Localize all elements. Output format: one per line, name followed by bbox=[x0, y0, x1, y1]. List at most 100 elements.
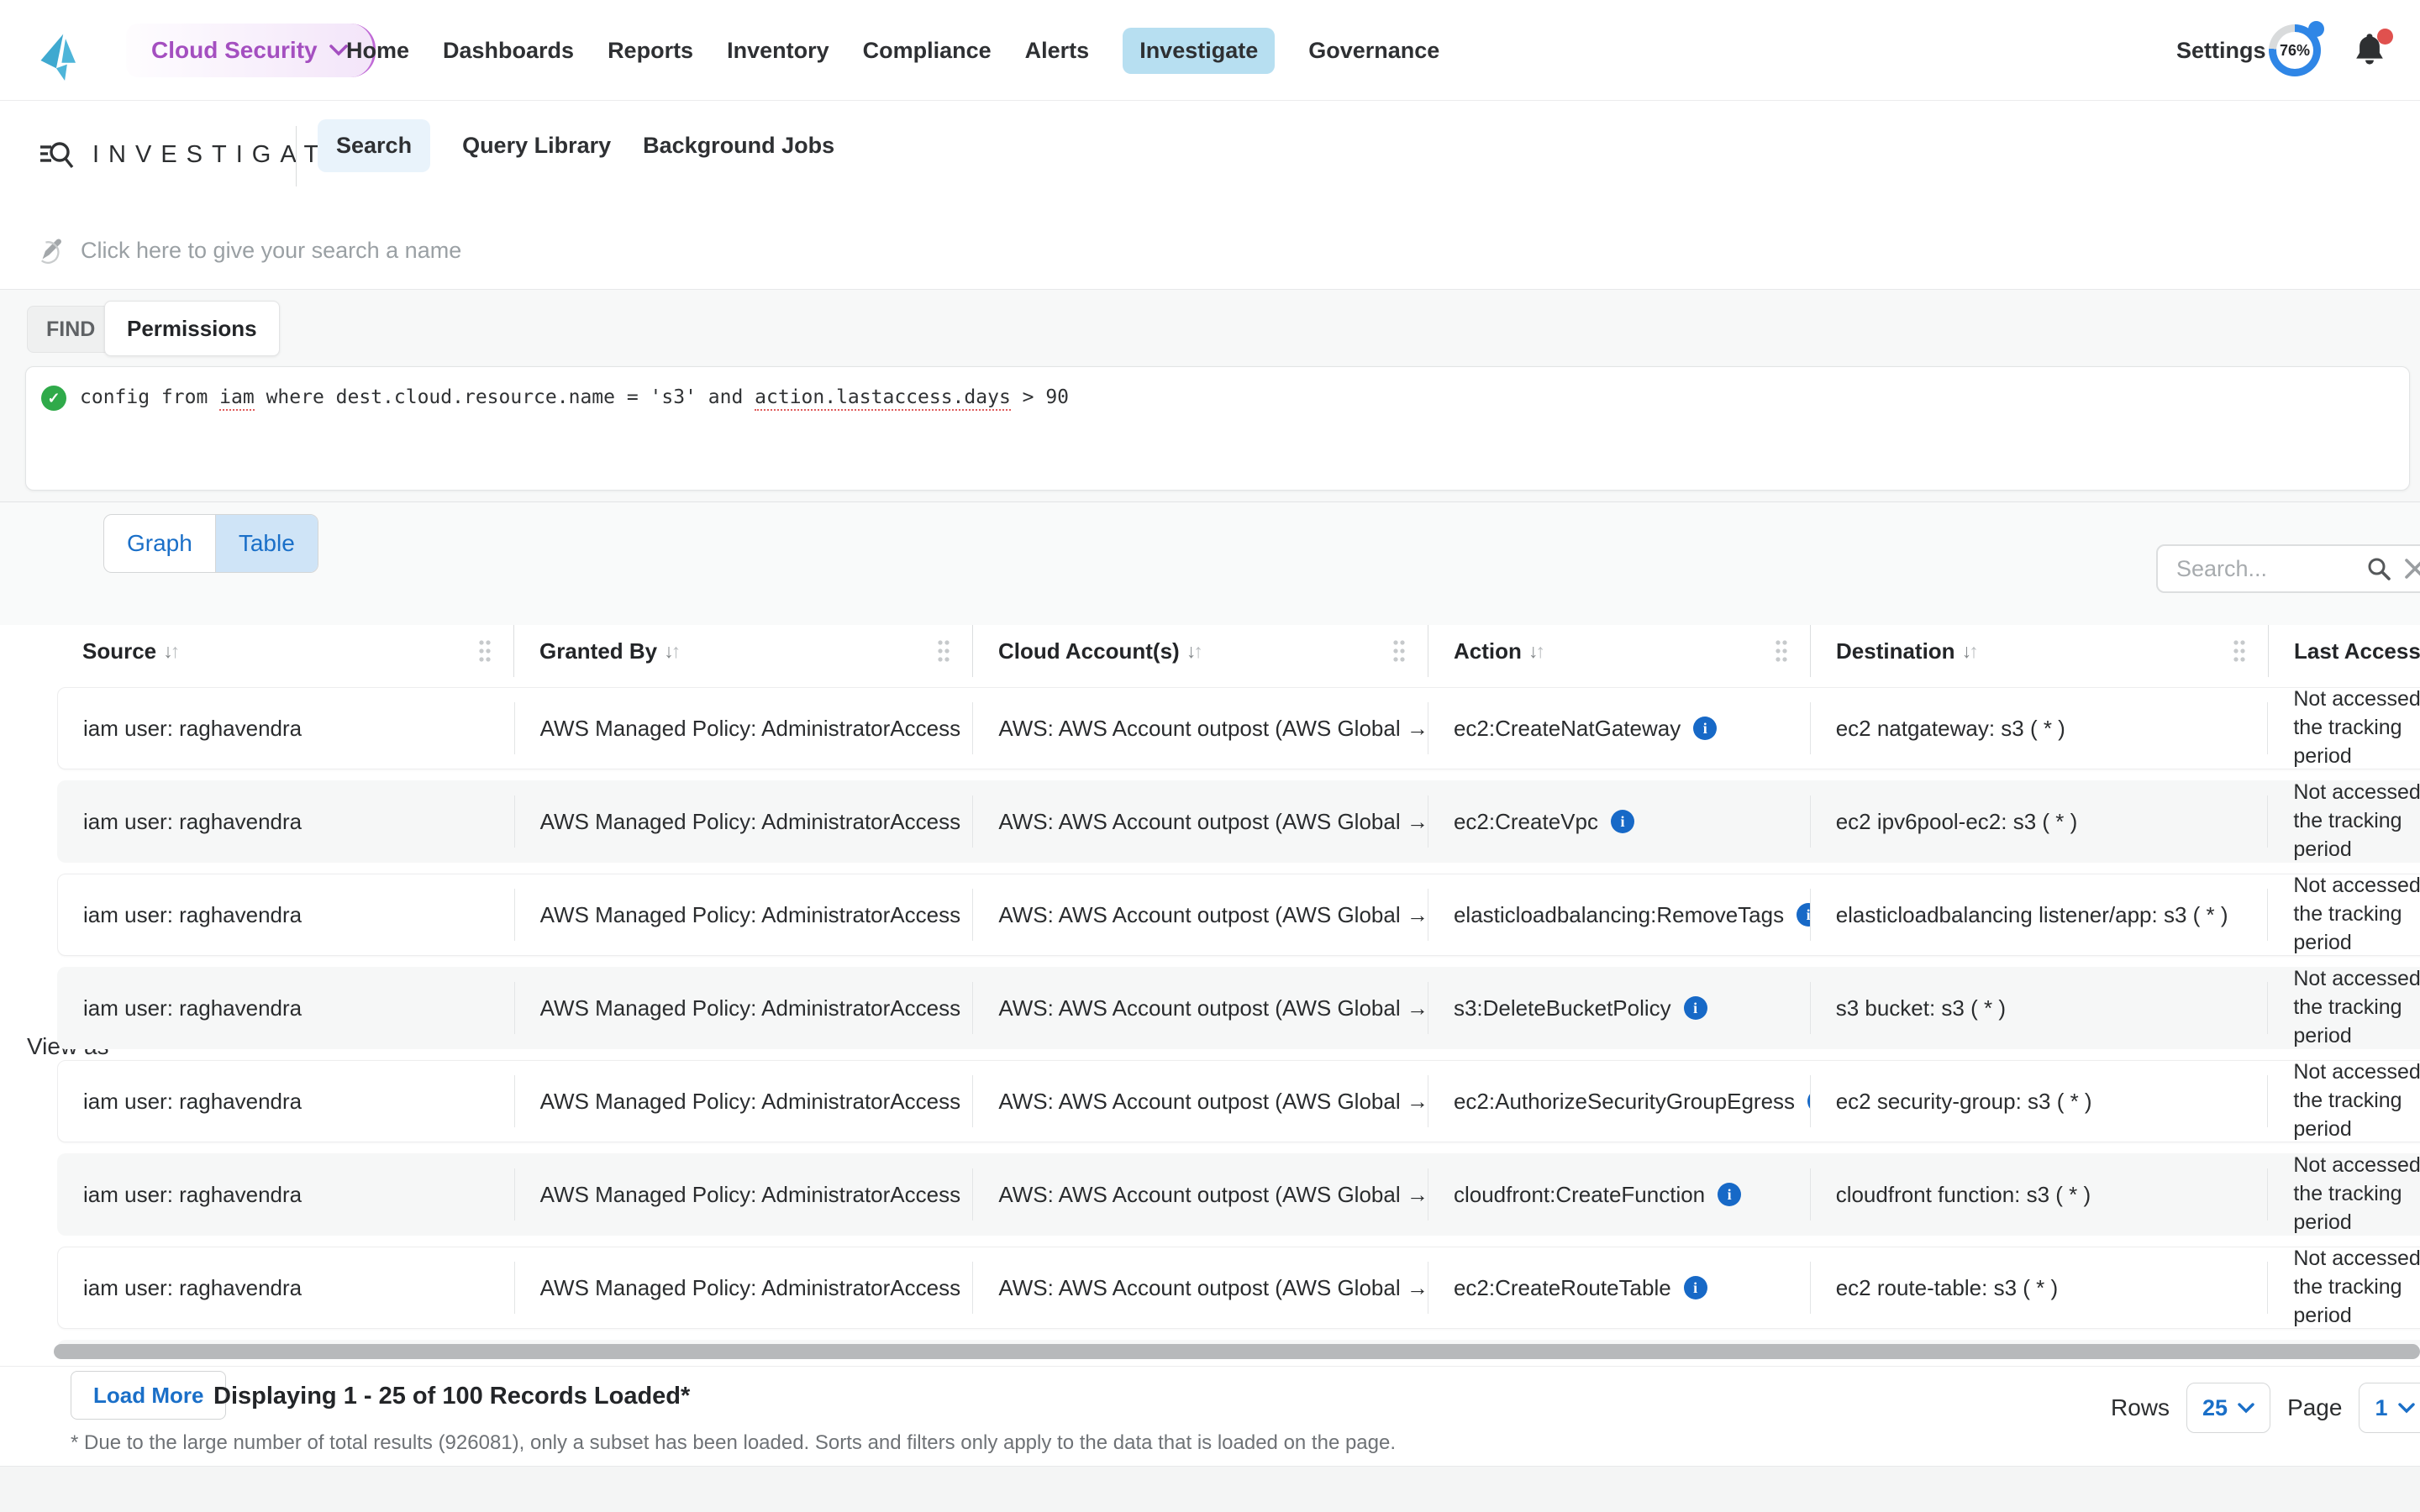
top-nav: Cloud Security Home Dashboards Reports Inve… bbox=[0, 0, 2420, 101]
page-dropdown[interactable]: 1 bbox=[2359, 1383, 2420, 1433]
cell-last-access: Not accessed in the tracking period bbox=[2293, 688, 2420, 769]
column-header-granted-by[interactable]: Granted By ↓↑ bbox=[514, 625, 973, 677]
info-icon[interactable]: i bbox=[1684, 996, 1707, 1020]
cell-granted-by: AWS Managed Policy: AdministratorAccess bbox=[540, 1089, 960, 1115]
usage-progress-ring[interactable]: 76% bbox=[2269, 24, 2321, 76]
results-footnote: * Due to the large number of total resul… bbox=[71, 1431, 1396, 1455]
column-header-destination[interactable]: Destination ↓↑ bbox=[1811, 625, 2269, 677]
tab-query-library[interactable]: Query Library bbox=[462, 119, 611, 172]
nav-item-dashboards[interactable]: Dashboards bbox=[443, 28, 574, 74]
nav-item-alerts[interactable]: Alerts bbox=[1025, 28, 1090, 74]
sort-icon[interactable]: ↓↑ bbox=[163, 642, 180, 661]
info-icon[interactable]: i bbox=[1684, 1276, 1707, 1299]
bottom-strip bbox=[0, 1466, 2420, 1512]
search-name-input[interactable] bbox=[81, 238, 1257, 264]
cell-source: iam user: raghavendra bbox=[83, 716, 302, 742]
view-toggle-graph[interactable]: Graph bbox=[104, 515, 216, 572]
sort-icon[interactable]: ↓↑ bbox=[1528, 642, 1545, 661]
cell-source: iam user: raghavendra bbox=[83, 1182, 302, 1208]
cell-cloud-accounts: AWS: AWS Account outpost (AWS Global → A… bbox=[998, 1182, 1428, 1208]
info-icon[interactable]: i bbox=[1693, 717, 1717, 740]
cell-granted-by: AWS Managed Policy: AdministratorAccess bbox=[540, 1182, 960, 1208]
settings-button[interactable]: Settings bbox=[2176, 0, 2266, 101]
drag-handle-icon[interactable] bbox=[1775, 638, 1788, 664]
drag-handle-icon[interactable] bbox=[937, 638, 950, 664]
edit-pencil-icon bbox=[37, 236, 66, 265]
horizontal-scrollbar bbox=[54, 1344, 2420, 1359]
table-row[interactable]: iam user: raghavendra AWS Managed Policy… bbox=[57, 1153, 2420, 1236]
usage-badge-dot bbox=[2308, 21, 2324, 37]
cell-granted-by: AWS Managed Policy: AdministratorAccess bbox=[540, 716, 960, 742]
cell-source: iam user: raghavendra bbox=[83, 1089, 302, 1115]
page-value: 1 bbox=[2375, 1395, 2387, 1421]
tab-find[interactable]: FIND bbox=[27, 306, 114, 353]
query-text[interactable]: config from iam where dest.cloud.resourc… bbox=[80, 386, 1069, 408]
rows-per-page-dropdown[interactable]: 25 bbox=[2186, 1383, 2270, 1433]
sort-icon[interactable]: ↓↑ bbox=[1186, 642, 1203, 661]
nav-item-reports[interactable]: Reports bbox=[608, 28, 693, 74]
table-row[interactable]: iam user: raghavendra AWS Managed Policy… bbox=[57, 1060, 2420, 1142]
column-header-cloud-account-s-[interactable]: Cloud Account(s) ↓↑ bbox=[973, 625, 1428, 677]
cell-action: cloudfront:CreateFunction bbox=[1454, 1182, 1705, 1208]
info-icon[interactable]: i bbox=[1797, 903, 1811, 927]
table-row[interactable]: iam user: raghavendra AWS Managed Policy… bbox=[57, 687, 2420, 769]
cell-last-access: Not accessed in the tracking period bbox=[2293, 968, 2420, 1048]
chevron-down-icon bbox=[2398, 1403, 2415, 1414]
results-search-box bbox=[2156, 544, 2420, 593]
cell-last-access: Not accessed in the tracking period bbox=[2293, 1154, 2420, 1235]
cell-destination: s3 bucket: s3 ( * ) bbox=[1836, 995, 2006, 1021]
chevron-down-icon bbox=[329, 45, 348, 56]
query-valid-check-icon: ✓ bbox=[41, 386, 66, 411]
tab-background-jobs[interactable]: Background Jobs bbox=[643, 119, 834, 172]
nav-item-inventory[interactable]: Inventory bbox=[727, 28, 829, 74]
sort-icon[interactable]: ↓↑ bbox=[1962, 642, 1979, 661]
cell-granted-by: AWS Managed Policy: AdministratorAccess bbox=[540, 809, 960, 835]
cell-destination: ec2 ipv6pool-ec2: s3 ( * ) bbox=[1836, 809, 2078, 835]
table-row[interactable]: iam user: raghavendra AWS Managed Policy… bbox=[57, 780, 2420, 863]
records-summary: Displaying 1 - 25 of 100 Records Loaded* bbox=[213, 1383, 690, 1410]
column-header-last-access[interactable]: Last Access ↓↑ bbox=[2269, 625, 2420, 677]
drag-handle-icon[interactable] bbox=[1392, 638, 1406, 664]
view-bar: View as Graph Table bbox=[0, 502, 2420, 625]
nav-item-governance[interactable]: Governance bbox=[1308, 28, 1439, 74]
column-header-action[interactable]: Action ↓↑ bbox=[1428, 625, 1811, 677]
usage-percent: 76% bbox=[2280, 42, 2310, 60]
load-more-button[interactable]: Load More bbox=[71, 1371, 226, 1420]
search-name-row bbox=[0, 212, 2420, 290]
cell-destination: cloudfront function: s3 ( * ) bbox=[1836, 1182, 2091, 1208]
cell-cloud-accounts: AWS: AWS Account outpost (AWS Global → A… bbox=[998, 1275, 1428, 1301]
sort-icon[interactable]: ↓↑ bbox=[664, 642, 681, 661]
cell-granted-by: AWS Managed Policy: AdministratorAccess bbox=[540, 902, 960, 928]
info-icon[interactable]: i bbox=[1718, 1183, 1741, 1206]
product-switcher[interactable]: Cloud Security bbox=[126, 24, 376, 77]
view-toggle-table[interactable]: Table bbox=[216, 515, 318, 572]
table-row[interactable]: iam user: raghavendra AWS Managed Policy… bbox=[57, 874, 2420, 956]
nav-item-investigate[interactable]: Investigate bbox=[1123, 28, 1275, 74]
cell-granted-by: AWS Managed Policy: AdministratorAccess bbox=[540, 995, 960, 1021]
close-icon[interactable] bbox=[2403, 557, 2420, 580]
table-row[interactable]: iam user: raghavendra AWS Managed Policy… bbox=[57, 967, 2420, 1049]
nav-item-home[interactable]: Home bbox=[346, 28, 409, 74]
cell-destination: ec2 security-group: s3 ( * ) bbox=[1836, 1089, 2092, 1115]
view-toggle: Graph Table bbox=[103, 514, 318, 573]
cell-cloud-accounts: AWS: AWS Account outpost (AWS Global → A… bbox=[998, 995, 1428, 1021]
cell-cloud-accounts: AWS: AWS Account outpost (AWS Global → A… bbox=[998, 809, 1428, 835]
notifications-button[interactable] bbox=[2351, 30, 2390, 71]
cell-cloud-accounts: AWS: AWS Account outpost (AWS Global → A… bbox=[998, 1089, 1428, 1115]
nav-item-compliance[interactable]: Compliance bbox=[863, 28, 992, 74]
tab-permissions[interactable]: Permissions bbox=[104, 301, 280, 356]
cell-last-access: Not accessed in the tracking period bbox=[2293, 1247, 2420, 1328]
search-icon[interactable] bbox=[2366, 556, 2391, 581]
drag-handle-icon[interactable] bbox=[2233, 638, 2246, 664]
scrollbar-thumb[interactable] bbox=[54, 1344, 2420, 1359]
results-search-input[interactable] bbox=[2176, 556, 2366, 582]
cell-destination: ec2 natgateway: s3 ( * ) bbox=[1836, 716, 2065, 742]
prisma-cloud-logo-icon[interactable] bbox=[30, 20, 81, 81]
drag-handle-icon[interactable] bbox=[478, 638, 492, 664]
tab-search[interactable]: Search bbox=[318, 119, 430, 172]
column-header-source[interactable]: Source ↓↑ bbox=[57, 625, 514, 677]
info-icon[interactable]: i bbox=[1611, 810, 1634, 833]
query-editor[interactable]: ✓ config from iam where dest.cloud.resou… bbox=[25, 366, 2410, 491]
table-row[interactable]: iam user: raghavendra AWS Managed Policy… bbox=[57, 1247, 2420, 1329]
cell-source: iam user: raghavendra bbox=[83, 1275, 302, 1301]
